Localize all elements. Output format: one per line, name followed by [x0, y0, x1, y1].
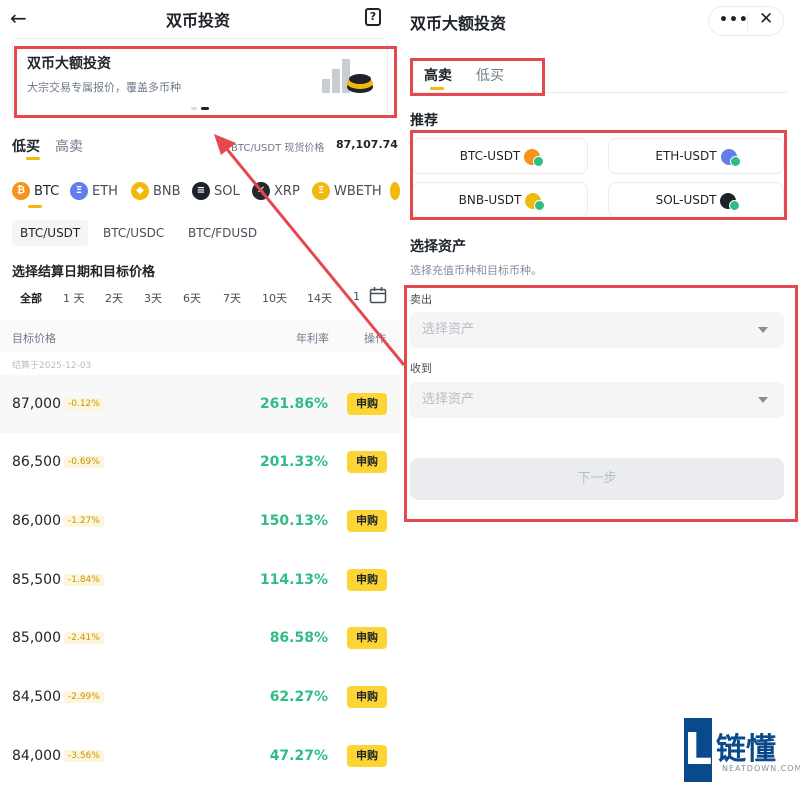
subscribe-button[interactable]: 申购 — [347, 451, 387, 473]
table-row[interactable]: 85,000 -2.41% 86.58% 申购 — [0, 609, 400, 667]
wbeth-coin-icon: Ξ — [312, 182, 330, 200]
pct-badge: -1.27% — [64, 515, 104, 527]
page-title: 双币投资 — [166, 11, 231, 30]
tab-underline — [26, 157, 40, 160]
day-chip-more[interactable]: 1 — [353, 290, 360, 303]
capsule-divider — [747, 12, 748, 30]
coin-tab-sol[interactable]: SOL — [214, 184, 240, 199]
watermark-domain: NEATDOWN.COM — [722, 764, 800, 773]
pct-badge: -2.41% — [64, 632, 104, 644]
more-icon[interactable]: ••• — [719, 12, 749, 28]
close-icon[interactable]: ✕ — [759, 9, 773, 29]
table-row[interactable]: 84,500 -2.99% 62.27% 申购 — [0, 668, 400, 726]
coin-tab-bnb[interactable]: BNB — [153, 184, 181, 199]
tab-sell-high[interactable]: 高卖 — [55, 136, 83, 156]
annotation-box — [410, 58, 545, 96]
subscribe-button[interactable]: 申购 — [347, 745, 387, 767]
day-chip-6[interactable]: 6天 — [183, 290, 201, 306]
subscribe-button[interactable]: 申购 — [347, 510, 387, 532]
watermark-text: 链懂 — [716, 732, 776, 767]
assets-title: 选择资产 — [410, 239, 466, 255]
pct-badge: -1.84% — [64, 574, 104, 586]
col-action: 操作 — [364, 332, 386, 345]
day-chip-3[interactable]: 3天 — [144, 290, 162, 306]
eth-coin-icon: Ξ — [70, 182, 88, 200]
annotation-box — [410, 130, 787, 220]
target-price: 85,000 — [12, 630, 61, 646]
table-row[interactable]: 87,000 -0.12% 261.86% 申购 — [0, 375, 400, 433]
pair-chip-btcfdusd[interactable]: BTC/FDUSD — [180, 220, 265, 246]
spot-price-label: BTC/USDT 现货价格 — [231, 143, 325, 154]
pair-chip-btcusdc[interactable]: BTC/USDC — [95, 220, 172, 246]
annual-rate: 201.33% — [259, 454, 328, 470]
partial-coin-icon — [390, 182, 400, 200]
annual-rate: 86.58% — [269, 630, 328, 646]
annual-rate: 62.27% — [269, 689, 328, 705]
pct-badge: -0.69% — [64, 456, 104, 468]
target-price: 84,000 — [12, 748, 61, 764]
coin-tab-btc[interactable]: BTC — [34, 184, 59, 199]
coin-tab-xrp[interactable]: XRP — [274, 184, 300, 199]
day-chip-7[interactable]: 7天 — [223, 290, 241, 306]
table-header — [0, 320, 400, 352]
annual-rate: 114.13% — [259, 572, 328, 588]
sol-coin-icon: ≡ — [192, 182, 210, 200]
coin-underline — [28, 205, 42, 208]
col-target-price: 目标价格 — [12, 332, 56, 345]
watermark-logo: L — [684, 718, 712, 782]
table-row[interactable]: 86,500 -0.69% 201.33% 申购 — [0, 433, 400, 491]
back-arrow-icon[interactable]: ← — [10, 6, 27, 30]
target-price: 84,500 — [12, 689, 61, 705]
annual-rate: 261.86% — [259, 396, 328, 412]
annual-rate: 47.27% — [269, 748, 328, 764]
subscribe-button[interactable]: 申购 — [347, 569, 387, 591]
page-title: 双币大额投资 — [410, 14, 507, 33]
subscribe-button[interactable]: 申购 — [347, 627, 387, 649]
subscribe-button[interactable]: 申购 — [347, 686, 387, 708]
target-price: 86,000 — [12, 513, 61, 529]
table-row[interactable]: 86,000 -1.27% 150.13% 申购 — [0, 492, 400, 550]
target-price: 86,500 — [12, 454, 61, 470]
table-row[interactable]: 84,000 -3.56% 47.27% 申购 — [0, 727, 400, 785]
day-chip-2[interactable]: 2天 — [105, 290, 123, 306]
left-panel: ← 双币投资 ? 双币大额投资 大宗交易专属报价，覆盖多币种 低买 高卖 BTC… — [0, 0, 400, 785]
coin-tab-eth[interactable]: ETH — [92, 184, 118, 199]
subscribe-button[interactable]: 申购 — [347, 393, 387, 415]
target-price: 87,000 — [12, 396, 61, 412]
day-chip-10[interactable]: 10天 — [262, 290, 287, 306]
assets-subtitle: 选择充值币种和目标币种。 — [410, 264, 542, 277]
right-panel: 双币大额投资 ••• ✕ 高卖 低买 推荐 BTC-USDT ETH-USDT … — [400, 0, 800, 785]
xrp-coin-icon: ✕ — [252, 182, 270, 200]
calendar-icon[interactable] — [369, 286, 387, 304]
bnb-coin-icon: ◆ — [131, 182, 149, 200]
btc-coin-icon: ₿ — [12, 182, 30, 200]
annual-rate: 150.13% — [259, 513, 328, 529]
pct-badge: -0.12% — [64, 398, 104, 410]
col-annual-rate: 年利率 — [296, 332, 329, 345]
annotation-box — [404, 285, 798, 522]
mini-program-capsule: ••• ✕ — [708, 6, 784, 36]
day-chip-all[interactable]: 全部 — [20, 290, 42, 306]
pct-badge: -3.56% — [64, 750, 104, 762]
table-row[interactable]: 85,500 -1.84% 114.13% 申购 — [0, 551, 400, 609]
tab-buy-low[interactable]: 低买 — [12, 136, 40, 156]
spot-price-value: 87,107.74 — [336, 138, 398, 151]
coin-tab-wbeth[interactable]: WBETH — [334, 184, 382, 199]
pair-chip-btcusdt[interactable]: BTC/USDT — [12, 220, 89, 246]
recommend-title: 推荐 — [410, 113, 438, 129]
target-price: 85,500 — [12, 572, 61, 588]
settle-section-title: 选择结算日期和目标价格 — [12, 265, 156, 280]
annotation-box — [14, 46, 397, 118]
day-chip-1[interactable]: 1 天 — [63, 290, 85, 306]
settle-date-label: 结算于2025-12-03 — [12, 361, 92, 371]
day-chip-14[interactable]: 14天 — [307, 290, 332, 306]
help-icon[interactable]: ? — [365, 8, 381, 26]
pct-badge: -2.99% — [64, 691, 104, 703]
